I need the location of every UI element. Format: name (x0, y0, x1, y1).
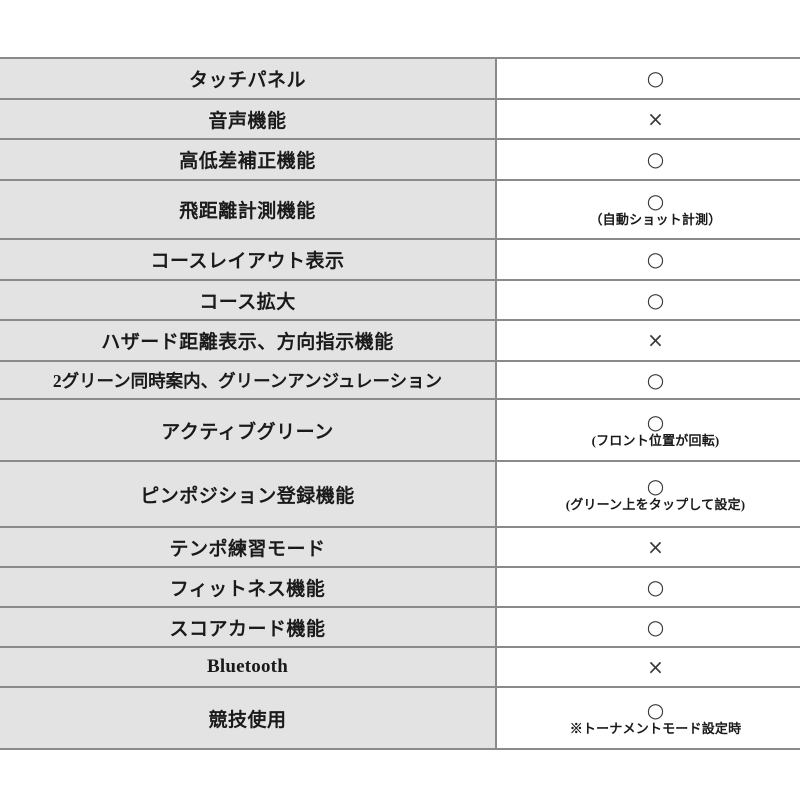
support-status-cell: × (496, 527, 800, 567)
table-row: テンポ練習モード × (0, 527, 800, 567)
feature-name-cell: 競技使用 (0, 687, 497, 749)
table-body: タッチパネル ○ 音声機能 × 高低差補正機能 ○ 飛距離計測機能 ○ （自動ショット計測） コー… (0, 58, 800, 749)
supported-circle-icon: ○ (646, 66, 665, 90)
supported-circle-icon: ○ (646, 697, 665, 722)
table-row: コース拡大 ○ (0, 280, 800, 320)
supported-circle-icon: ○ (646, 247, 665, 271)
support-status-cell: × (496, 99, 800, 139)
support-note: (フロント位置が回転) (591, 432, 720, 448)
support-status-cell: ○ (496, 280, 800, 320)
table-row: コースレイアウト表示 ○ (0, 239, 800, 280)
supported-circle-icon: ○ (646, 287, 665, 312)
table-row: スコアカード機能 ○ (0, 607, 800, 647)
support-status-content: ○ （自動ショット計測） (497, 191, 800, 227)
support-status-content: ○ (グリーン上をタップして設定) (497, 473, 800, 512)
unsupported-cross-icon: × (647, 328, 664, 352)
support-status-cell: ○ (フロント位置が回転) (496, 399, 800, 461)
support-note: （自動ショット計測） (589, 212, 722, 228)
feature-name-cell: ハザード距離表示、方向指示機能 (0, 320, 497, 361)
feature-name-cell: テンポ練習モード (0, 527, 497, 567)
feature-name-cell: 高低差補正機能 (0, 139, 497, 180)
support-status-content: ○ (フロント位置が回転) (497, 409, 800, 448)
support-status-cell: ○ (496, 239, 800, 280)
unsupported-cross-icon: × (647, 106, 664, 131)
table-row: Bluetooth × (0, 647, 800, 687)
table-row: アクティブグリーン ○ (フロント位置が回転) (0, 399, 800, 461)
support-status-content: × (497, 654, 800, 679)
table-row: フィットネス機能 ○ (0, 567, 800, 607)
support-status-cell: ○ (496, 607, 800, 647)
supported-circle-icon: ○ (646, 367, 665, 392)
supported-circle-icon: ○ (646, 409, 665, 434)
support-status-content: ○ ※トーナメントモード設定時 (497, 697, 800, 736)
support-status-content: ○ (497, 367, 800, 392)
table-row: 高低差補正機能 ○ (0, 139, 800, 180)
table-row: ピンポジション登録機能 ○ (グリーン上をタップして設定) (0, 461, 800, 527)
feature-comparison-table: タッチパネル ○ 音声機能 × 高低差補正機能 ○ 飛距離計測機能 ○ （自動ショット計測） コー… (0, 57, 800, 750)
unsupported-cross-icon: × (647, 654, 664, 679)
support-status-cell: ○ (グリーン上をタップして設定) (496, 461, 800, 527)
feature-name-cell: Bluetooth (0, 647, 497, 687)
support-status-cell: × (496, 320, 800, 361)
table-row: 競技使用 ○ ※トーナメントモード設定時 (0, 687, 800, 749)
feature-name-cell: 音声機能 (0, 99, 497, 139)
feature-name-cell: タッチパネル (0, 58, 497, 99)
support-status-content: × (497, 106, 800, 131)
feature-name-cell: 飛距離計測機能 (0, 180, 497, 239)
feature-name-cell: フィットネス機能 (0, 567, 497, 607)
support-status-content: ○ (497, 614, 800, 639)
supported-circle-icon: ○ (646, 614, 665, 639)
support-note: ※トーナメントモード設定時 (569, 720, 742, 736)
supported-circle-icon: ○ (646, 574, 665, 599)
feature-name-cell: スコアカード機能 (0, 607, 497, 647)
unsupported-cross-icon: × (647, 534, 664, 559)
support-status-cell: ○ (496, 58, 800, 99)
feature-name-cell: コース拡大 (0, 280, 497, 320)
supported-circle-icon: ○ (646, 473, 665, 498)
feature-name-cell: ピンポジション登録機能 (0, 461, 497, 527)
feature-name-cell: 2グリーン同時案内、グリーンアンジュレーション (0, 361, 497, 399)
spec-sheet: タッチパネル ○ 音声機能 × 高低差補正機能 ○ 飛距離計測機能 ○ （自動ショット計測） コー… (0, 0, 800, 800)
support-status-cell: ○ (496, 139, 800, 180)
support-status-content: ○ (497, 574, 800, 599)
table-row: 飛距離計測機能 ○ （自動ショット計測） (0, 180, 800, 239)
table-row: タッチパネル ○ (0, 58, 800, 99)
support-status-content: ○ (497, 68, 800, 89)
support-status-cell: ○ ※トーナメントモード設定時 (496, 687, 800, 749)
support-status-cell: ○ （自動ショット計測） (496, 180, 800, 239)
table-row: 2グリーン同時案内、グリーンアンジュレーション ○ (0, 361, 800, 399)
support-status-content: × (497, 534, 800, 559)
table-row: ハザード距離表示、方向指示機能 × (0, 320, 800, 361)
support-status-content: ○ (497, 287, 800, 312)
support-status-cell: ○ (496, 567, 800, 607)
support-status-content: ○ (497, 249, 800, 270)
support-status-cell: ○ (496, 361, 800, 399)
support-note: (グリーン上をタップして設定) (565, 496, 746, 512)
support-status-content: ○ (497, 149, 800, 170)
feature-name-cell: コースレイアウト表示 (0, 239, 497, 280)
feature-name-cell: アクティブグリーン (0, 399, 497, 461)
support-status-content: × (497, 330, 800, 351)
table-row: 音声機能 × (0, 99, 800, 139)
supported-circle-icon: ○ (646, 147, 665, 171)
support-status-cell: × (496, 647, 800, 687)
supported-circle-icon: ○ (646, 189, 665, 214)
